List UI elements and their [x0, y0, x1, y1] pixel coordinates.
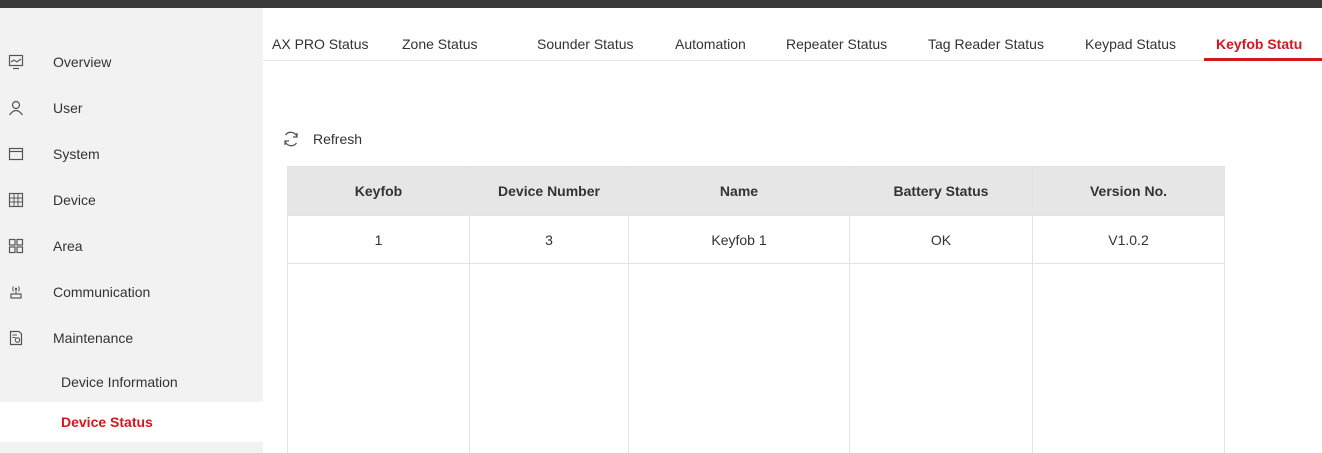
- maintenance-icon: [7, 329, 25, 347]
- cell-version-no: V1.0.2: [1032, 215, 1225, 264]
- sidebar-item-label: System: [53, 146, 100, 162]
- sidebar-item-label: Area: [53, 238, 83, 254]
- cell-device-number: 3: [469, 215, 629, 264]
- sidebar-item-user[interactable]: User: [0, 86, 263, 130]
- column-header-keyfob: Keyfob: [287, 166, 470, 216]
- tab-bar: AX PRO Status Zone Status Sounder Status…: [263, 8, 1322, 61]
- empty-cell: [1032, 263, 1225, 453]
- sidebar-subitem-label: Device Status: [61, 414, 153, 430]
- sidebar-item-label: Communication: [53, 284, 151, 300]
- keyfob-status-table: Keyfob Device Number Name Battery Status…: [287, 166, 1225, 453]
- tab-automation[interactable]: Automation: [675, 36, 746, 52]
- cell-keyfob: 1: [287, 215, 470, 264]
- tab-zone-status[interactable]: Zone Status: [402, 36, 478, 52]
- tab-repeater-status[interactable]: Repeater Status: [786, 36, 887, 52]
- sidebar-subitem-device-information[interactable]: Device Information: [0, 362, 263, 402]
- refresh-button[interactable]: Refresh: [281, 128, 362, 150]
- column-header-device-number: Device Number: [469, 166, 629, 216]
- refresh-icon: [281, 129, 301, 149]
- active-tab-indicator: [1204, 58, 1322, 61]
- column-header-battery-status: Battery Status: [849, 166, 1033, 216]
- cell-battery-status: OK: [849, 215, 1033, 264]
- device-grid-icon: [7, 191, 25, 209]
- tab-keyfob-status[interactable]: Keyfob Statu: [1216, 36, 1302, 52]
- empty-cell: [469, 263, 629, 453]
- refresh-label: Refresh: [313, 131, 363, 147]
- sidebar-item-overview[interactable]: Overview: [0, 40, 263, 84]
- sidebar-subitem-device-status[interactable]: Device Status: [0, 402, 263, 442]
- empty-cell: [287, 263, 470, 453]
- sidebar-item-communication[interactable]: Communication: [0, 270, 263, 314]
- table-row[interactable]: 1 3 Keyfob 1 OK V1.0.2: [287, 215, 1225, 264]
- top-bar: [0, 0, 1322, 8]
- tab-tag-reader-status[interactable]: Tag Reader Status: [928, 36, 1044, 52]
- sidebar: Overview User System Device Area Communi…: [0, 8, 263, 453]
- sidebar-item-device[interactable]: Device: [0, 178, 263, 222]
- user-icon: [7, 99, 25, 117]
- sidebar-subitem-label: Device Information: [61, 374, 178, 390]
- area-grid-icon: [7, 237, 25, 255]
- tab-keypad-status[interactable]: Keypad Status: [1085, 36, 1176, 52]
- cell-name: Keyfob 1: [628, 215, 850, 264]
- empty-cell: [628, 263, 850, 453]
- column-header-name: Name: [628, 166, 850, 216]
- window-icon: [7, 145, 25, 163]
- monitor-icon: [7, 53, 25, 71]
- table-empty-area: [287, 263, 1225, 453]
- sidebar-item-label: User: [53, 100, 83, 116]
- tab-ax-pro-status[interactable]: AX PRO Status: [272, 36, 368, 52]
- antenna-icon: [7, 283, 25, 301]
- sidebar-item-system[interactable]: System: [0, 132, 263, 176]
- sidebar-item-label: Overview: [53, 54, 112, 70]
- empty-cell: [849, 263, 1033, 453]
- sidebar-item-area[interactable]: Area: [0, 224, 263, 268]
- table-header-row: Keyfob Device Number Name Battery Status…: [287, 166, 1225, 216]
- sidebar-item-maintenance[interactable]: Maintenance: [0, 316, 263, 360]
- sidebar-item-label: Maintenance: [53, 330, 134, 346]
- column-header-version-no: Version No.: [1032, 166, 1225, 216]
- sidebar-item-label: Device: [53, 192, 96, 208]
- tab-sounder-status[interactable]: Sounder Status: [537, 36, 634, 52]
- main-content: AX PRO Status Zone Status Sounder Status…: [263, 8, 1322, 453]
